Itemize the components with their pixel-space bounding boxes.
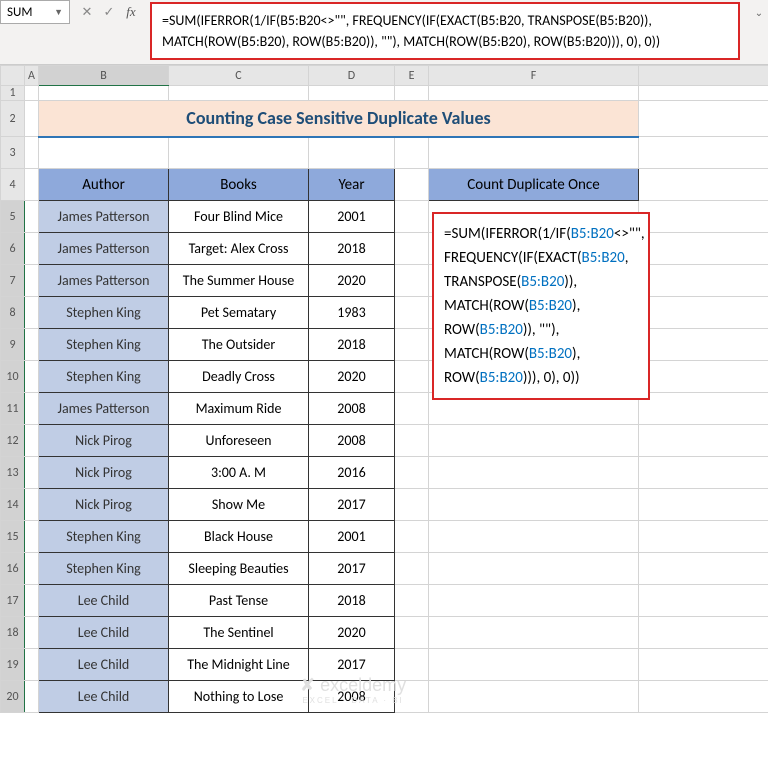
year-cell[interactable]: 2016 [309,457,395,489]
author-cell[interactable]: Nick Pirog [39,489,169,521]
author-cell[interactable]: Stephen King [39,329,169,361]
row-header[interactable]: 16 [1,553,25,585]
book-cell[interactable]: Pet Sematary [169,297,309,329]
book-cell[interactable]: 3:00 A. M [169,457,309,489]
table-header-books[interactable]: Books [169,169,309,201]
row-header[interactable]: 7 [1,265,25,297]
active-cell-formula-display[interactable]: =SUM(IFERROR(1/IF(B5:B20<>"", FREQUENCY(… [432,212,650,400]
year-cell[interactable]: 2020 [309,617,395,649]
year-cell[interactable]: 2018 [309,329,395,361]
select-all-cell[interactable] [1,66,25,86]
table-header-year[interactable]: Year [309,169,395,201]
row-header[interactable]: 18 [1,617,25,649]
year-cell[interactable]: 2008 [309,681,395,713]
col-header-b[interactable]: B [39,66,169,86]
row-header[interactable]: 8 [1,297,25,329]
year-cell[interactable]: 2008 [309,425,395,457]
author-cell[interactable]: James Patterson [39,201,169,233]
row-header[interactable]: 11 [1,393,25,425]
formula-bar: SUM ▼ ✕ ✓ fx =SUM(IFERROR(1/IF(B5:B20<>"… [0,0,768,65]
row-header[interactable]: 20 [1,681,25,713]
year-cell[interactable]: 2020 [309,361,395,393]
book-cell[interactable]: Past Tense [169,585,309,617]
book-cell[interactable]: Four Blind Mice [169,201,309,233]
row-header[interactable]: 17 [1,585,25,617]
page-title: Counting Case Sensitive Duplicate Values [39,103,638,133]
row-header[interactable]: 19 [1,649,25,681]
book-cell[interactable]: Maximum Ride [169,393,309,425]
spreadsheet-grid[interactable]: A B C D E F 1 2 Counting Case Sensitive … [0,65,768,713]
book-cell[interactable]: Show Me [169,489,309,521]
book-cell[interactable]: The Sentinel [169,617,309,649]
row-header[interactable]: 13 [1,457,25,489]
insert-function-button[interactable]: fx [120,1,142,23]
col-header-a[interactable]: A [25,66,39,86]
expand-formula-bar-icon[interactable]: ⌄ [750,0,768,19]
row-header[interactable]: 12 [1,425,25,457]
row-header[interactable]: 3 [1,137,25,169]
year-cell[interactable]: 2017 [309,553,395,585]
year-cell[interactable]: 2018 [309,585,395,617]
year-cell[interactable]: 2018 [309,233,395,265]
row-header[interactable]: 15 [1,521,25,553]
author-cell[interactable]: Lee Child [39,681,169,713]
row-header[interactable]: 4 [1,169,25,201]
book-cell[interactable]: Target: Alex Cross [169,233,309,265]
author-cell[interactable]: Lee Child [39,617,169,649]
row-header[interactable]: 1 [1,86,25,101]
book-cell[interactable]: Nothing to Lose [169,681,309,713]
book-cell[interactable]: Deadly Cross [169,361,309,393]
year-cell[interactable]: 1983 [309,297,395,329]
table-header-author[interactable]: Author [39,169,169,201]
author-cell[interactable]: Stephen King [39,553,169,585]
name-box[interactable]: SUM ▼ [0,0,70,24]
author-cell[interactable]: Nick Pirog [39,425,169,457]
row-header[interactable]: 2 [1,101,25,137]
col-header-f[interactable]: F [429,66,639,86]
accept-formula-button[interactable]: ✓ [98,1,120,23]
col-header-c[interactable]: C [169,66,309,86]
year-cell[interactable]: 2001 [309,521,395,553]
author-cell[interactable]: Stephen King [39,361,169,393]
year-cell[interactable]: 2008 [309,393,395,425]
row-header[interactable]: 14 [1,489,25,521]
author-cell[interactable]: James Patterson [39,393,169,425]
author-cell[interactable]: James Patterson [39,233,169,265]
author-cell[interactable]: Stephen King [39,521,169,553]
column-header-row: A B C D E F [1,66,768,86]
year-cell[interactable]: 2020 [309,265,395,297]
formula-input[interactable]: =SUM(IFERROR(1/IF(B5:B20<>"", FREQUENCY(… [150,2,740,60]
name-box-value: SUM [7,5,32,20]
book-cell[interactable]: Sleeping Beauties [169,553,309,585]
formula-text: =SUM(IFERROR(1/IF(B5:B20<>"", FREQUENCY(… [162,12,660,50]
col-header-blank[interactable] [639,66,768,86]
book-cell[interactable]: The Midnight Line [169,649,309,681]
book-cell[interactable]: The Summer House [169,265,309,297]
book-cell[interactable]: Unforeseen [169,425,309,457]
chevron-down-icon[interactable]: ▼ [54,7,63,18]
row-header[interactable]: 10 [1,361,25,393]
col-header-d[interactable]: D [309,66,395,86]
year-cell[interactable]: 2017 [309,649,395,681]
count-duplicate-header[interactable]: Count Duplicate Once [429,169,639,201]
row-header[interactable]: 5 [1,201,25,233]
author-cell[interactable]: Nick Pirog [39,457,169,489]
year-cell[interactable]: 2017 [309,489,395,521]
author-cell[interactable]: Lee Child [39,585,169,617]
formula-bar-buttons: ✕ ✓ fx [70,0,148,24]
col-header-e[interactable]: E [395,66,429,86]
row-header[interactable]: 6 [1,233,25,265]
author-cell[interactable]: Lee Child [39,649,169,681]
year-cell[interactable]: 2001 [309,201,395,233]
row-header[interactable]: 9 [1,329,25,361]
author-cell[interactable]: James Patterson [39,265,169,297]
book-cell[interactable]: Black House [169,521,309,553]
author-cell[interactable]: Stephen King [39,297,169,329]
book-cell[interactable]: The Outsider [169,329,309,361]
cancel-formula-button[interactable]: ✕ [76,1,98,23]
